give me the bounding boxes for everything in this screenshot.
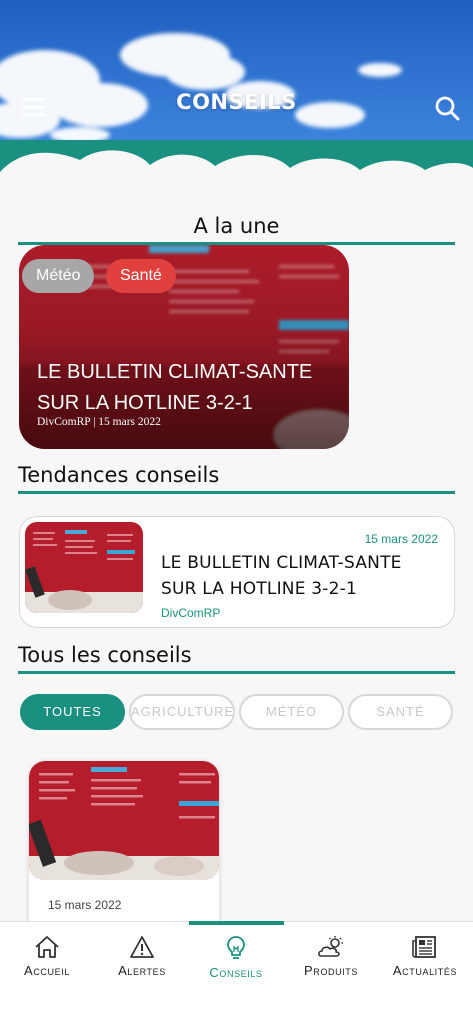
article-date: 15 mars 2022: [48, 898, 122, 912]
filter-meteo[interactable]: MÉTÉO: [239, 694, 344, 730]
article-thumbnail: [29, 761, 219, 880]
section-all: Tous les conseils: [18, 643, 455, 674]
warning-icon: [130, 936, 154, 958]
section-divider: [18, 671, 455, 674]
article-author: DivComRP: [161, 606, 221, 620]
nav-conseils[interactable]: Conseils: [189, 922, 283, 992]
article-thumbnail: [25, 522, 143, 613]
section-divider: [18, 491, 455, 494]
nav-label-accueil: Accueil: [24, 963, 70, 978]
bottom-navigation: Accueil Alertes Conseils Produits Actual…: [0, 921, 473, 1024]
nav-label-conseils: Conseils: [209, 965, 263, 980]
nav-label-produits: Produits: [304, 963, 358, 978]
page-title: CONSEILS: [176, 90, 297, 114]
trend-article-title: LE BULLETIN CLIMAT-SANTE SUR LA HOTLINE …: [161, 553, 402, 599]
featured-article-card[interactable]: Météo Santé LE BULLETIN CLIMAT-SANTE SUR…: [19, 245, 349, 449]
nav-label-actualites: Actualités: [392, 963, 458, 978]
section-featured: A la une: [18, 214, 455, 245]
tag-meteo[interactable]: Météo: [22, 259, 95, 293]
search-icon[interactable]: [434, 95, 460, 121]
filter-sante[interactable]: SANTÉ: [348, 694, 453, 730]
newspaper-icon: [412, 936, 436, 958]
featured-article-meta: DivComRP | 15 mars 2022: [37, 416, 161, 428]
nav-accueil[interactable]: Accueil: [0, 922, 94, 992]
nav-alertes[interactable]: Alertes: [95, 922, 189, 992]
section-trends: Tendances conseils: [18, 463, 455, 494]
section-title-all: Tous les conseils: [18, 643, 192, 667]
partly-cloudy-icon: [318, 936, 343, 957]
nav-produits[interactable]: Produits: [284, 922, 378, 992]
section-title-featured: A la une: [193, 214, 280, 238]
app-header: CONSEILS: [0, 0, 473, 185]
section-title-trends: Tendances conseils: [18, 463, 220, 487]
featured-article-title: LE BULLETIN CLIMAT-SANTE SUR LA HOTLINE …: [37, 361, 313, 414]
list-article-card[interactable]: 15 mars 2022: [29, 761, 219, 936]
nav-label-alertes: Alertes: [118, 963, 166, 978]
tag-sante[interactable]: Santé: [106, 259, 176, 293]
filter-toutes[interactable]: TOUTES: [20, 694, 125, 730]
article-date: 15 mars 2022: [364, 532, 438, 546]
home-icon: [35, 936, 59, 958]
nav-actualites[interactable]: Actualités: [378, 922, 472, 992]
filter-agriculture[interactable]: AGRICULTURE: [129, 694, 235, 730]
trend-article-card[interactable]: 15 mars 2022 LE BULLETIN CLIMAT-SANTE SU…: [19, 516, 455, 628]
lightbulb-icon: [227, 936, 245, 959]
